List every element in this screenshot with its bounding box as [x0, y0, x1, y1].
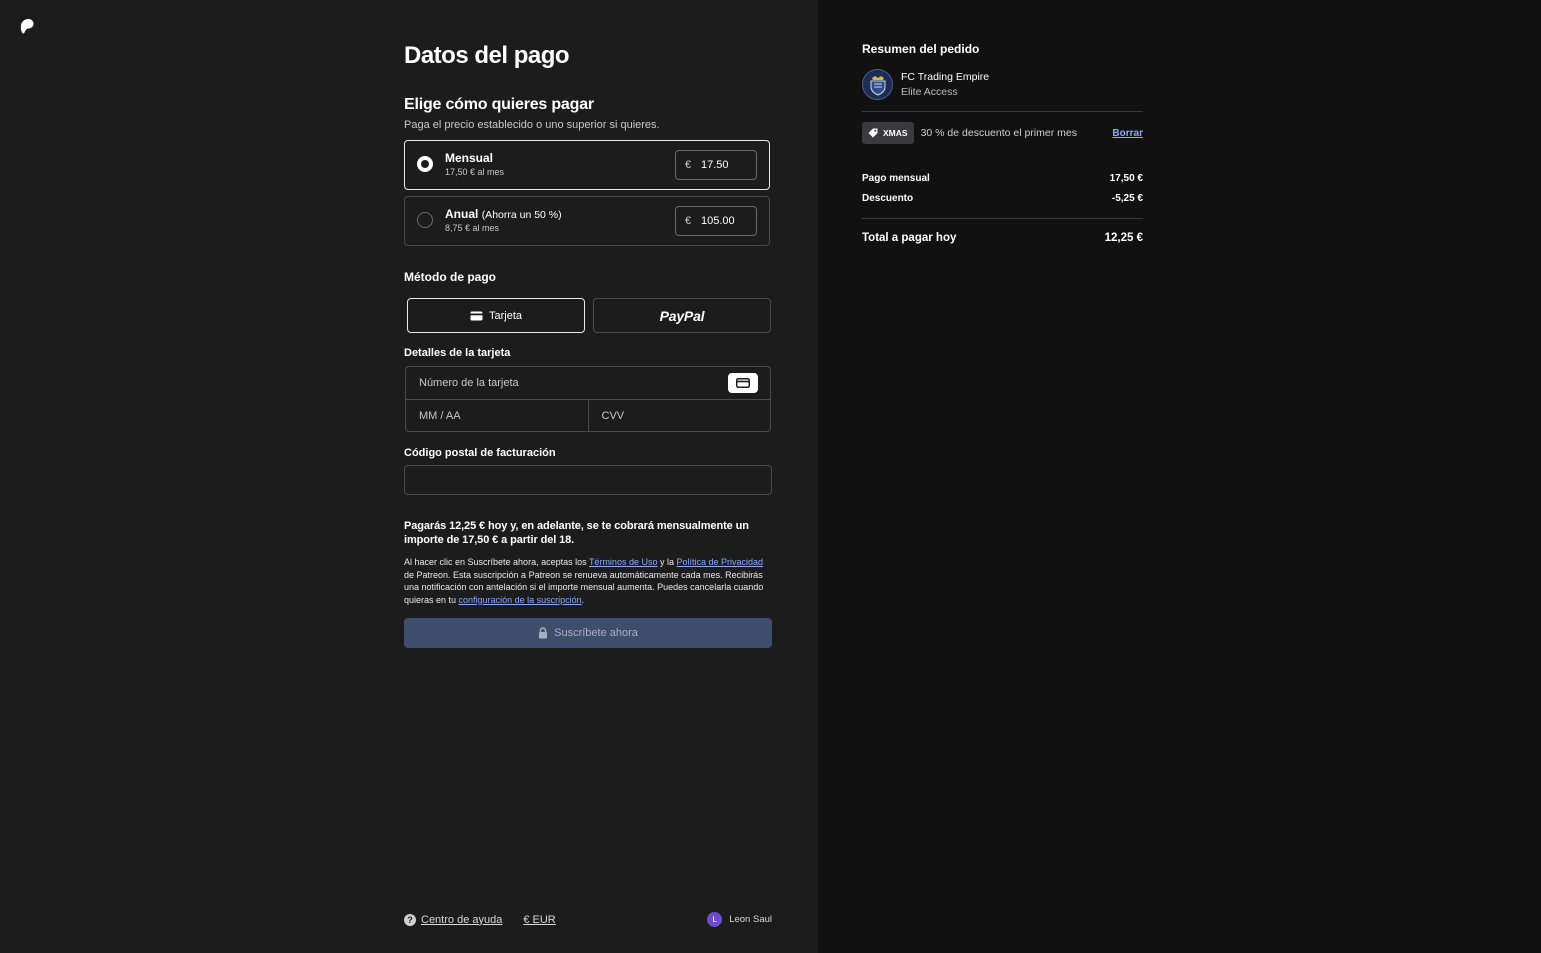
plan-name-wrapper: Anual (Ahorra un 50 %) — [445, 207, 562, 221]
card-brand-icon — [728, 373, 758, 393]
promo-code-row: XMAS 30 % de descuento el primer mes Bor… — [862, 122, 1143, 144]
divider — [862, 111, 1143, 112]
postal-code-input[interactable] — [404, 465, 772, 495]
total-row: Total a pagar hoy 12,25 € — [862, 232, 1143, 244]
total-label: Total a pagar hoy — [862, 232, 957, 244]
checkout-form: Datos del pago Elige cómo quieres pagar … — [404, 40, 772, 648]
plan-price-sub: 17,50 € al mes — [445, 167, 505, 177]
pricing-subheading: Paga el precio establecido o uno superio… — [404, 119, 660, 131]
row-value: 17,50 € — [1109, 173, 1143, 184]
subscribe-label: Suscríbete ahora — [554, 627, 638, 639]
price-input-monthly[interactable]: € 17.50 — [675, 150, 757, 180]
price-value[interactable]: 105.00 — [701, 215, 735, 227]
cvv-input[interactable]: CVV — [589, 400, 771, 431]
avatar: L — [707, 912, 723, 927]
page-title: Datos del pago — [404, 42, 570, 69]
terms-link[interactable]: Términos de Uso — [589, 557, 658, 567]
summary-row-monthly: Pago mensual 17,50 € — [862, 173, 1143, 184]
paypal-method-button[interactable]: PayPal — [593, 298, 771, 333]
legal-text-part: . — [581, 594, 585, 605]
creator-name: FC Trading Empire — [901, 71, 990, 83]
payment-method-heading: Método de pago — [404, 270, 496, 284]
remove-promo-link[interactable]: Borrar — [1112, 128, 1143, 139]
row-value: -5,25 € — [1111, 193, 1143, 204]
lock-icon — [539, 627, 548, 639]
paypal-logo: PayPal — [659, 307, 705, 324]
tier-name: Elite Access — [901, 86, 958, 98]
payment-method-selector: Tarjeta PayPal — [407, 298, 772, 333]
card-number-placeholder: Número de la tarjeta — [419, 377, 519, 389]
promo-code: XMAS — [883, 128, 908, 138]
divider — [862, 218, 1143, 219]
promo-description: 30 % de descuento el primer mes — [920, 127, 1077, 139]
user-menu[interactable]: L Leon Saul — [707, 912, 772, 927]
card-method-label: Tarjeta — [488, 309, 523, 322]
radio-monthly[interactable] — [417, 156, 433, 172]
footer: ? Centro de ayuda € EUR L Leon Saul — [404, 912, 772, 927]
creator-avatar — [862, 69, 893, 100]
card-number-input[interactable]: Número de la tarjeta — [406, 367, 770, 400]
plan-name: Mensual — [445, 151, 494, 165]
total-value: 12,25 € — [1104, 232, 1143, 244]
legal-text-part: y la — [657, 557, 677, 567]
subscribe-button[interactable]: Suscríbete ahora — [404, 618, 772, 648]
legal-text-part: Al hacer clic en Suscríbete ahora, acept… — [404, 557, 589, 567]
legal-text: Al hacer clic en Suscríbete ahora, acept… — [404, 556, 772, 606]
tag-icon — [868, 128, 878, 138]
summary-title: Resumen del pedido — [862, 42, 980, 56]
postal-code-heading: Código postal de facturación — [404, 447, 556, 459]
expiry-input[interactable]: MM / AA — [406, 400, 589, 431]
plan-name: Anual — [445, 207, 479, 221]
currency-symbol: € — [685, 215, 692, 227]
subscription-settings-link[interactable]: configuración de la suscripción — [459, 595, 582, 605]
currency-symbol: € — [685, 159, 692, 171]
order-summary: Resumen del pedido FC Trading Empire Eli… — [862, 42, 1143, 244]
currency-selector[interactable]: € EUR — [523, 914, 555, 926]
help-center-link[interactable]: ? Centro de ayuda — [404, 913, 503, 926]
plan-option-monthly[interactable]: Mensual 17,50 € al mes € 17.50 — [404, 140, 770, 190]
plan-savings-note: (Ahorra un 50 %) — [481, 209, 562, 221]
plan-price-sub: 8,75 € al mes — [445, 223, 500, 233]
card-method-button[interactable]: Tarjeta — [407, 298, 585, 333]
user-name: Leon Saul — [729, 914, 772, 925]
crest-icon — [870, 75, 885, 96]
creator-info: FC Trading Empire Elite Access — [862, 69, 1143, 100]
pricing-heading: Elige cómo quieres pagar — [404, 96, 594, 113]
privacy-link[interactable]: Política de Privacidad — [676, 557, 763, 567]
radio-annual[interactable] — [417, 212, 433, 228]
promo-tag: XMAS — [862, 122, 914, 144]
help-center-label: Centro de ayuda — [421, 913, 503, 926]
summary-row-discount: Descuento -5,25 € — [862, 193, 1143, 204]
price-input-annual[interactable]: € 105.00 — [675, 206, 757, 236]
billing-notice: Pagarás 12,25 € hoy y, en adelante, se t… — [404, 520, 749, 546]
credit-card-icon — [470, 311, 483, 320]
card-details-fields: Número de la tarjeta MM / AA CVV — [405, 366, 771, 432]
price-value[interactable]: 17.50 — [701, 159, 729, 171]
plan-option-annual[interactable]: Anual (Ahorra un 50 %) 8,75 € al mes € 1… — [404, 196, 770, 246]
patreon-logo-icon[interactable] — [20, 18, 34, 34]
row-label: Pago mensual — [862, 173, 930, 184]
row-label: Descuento — [862, 193, 914, 204]
card-details-heading: Detalles de la tarjeta — [404, 347, 511, 359]
help-icon: ? — [404, 913, 416, 926]
